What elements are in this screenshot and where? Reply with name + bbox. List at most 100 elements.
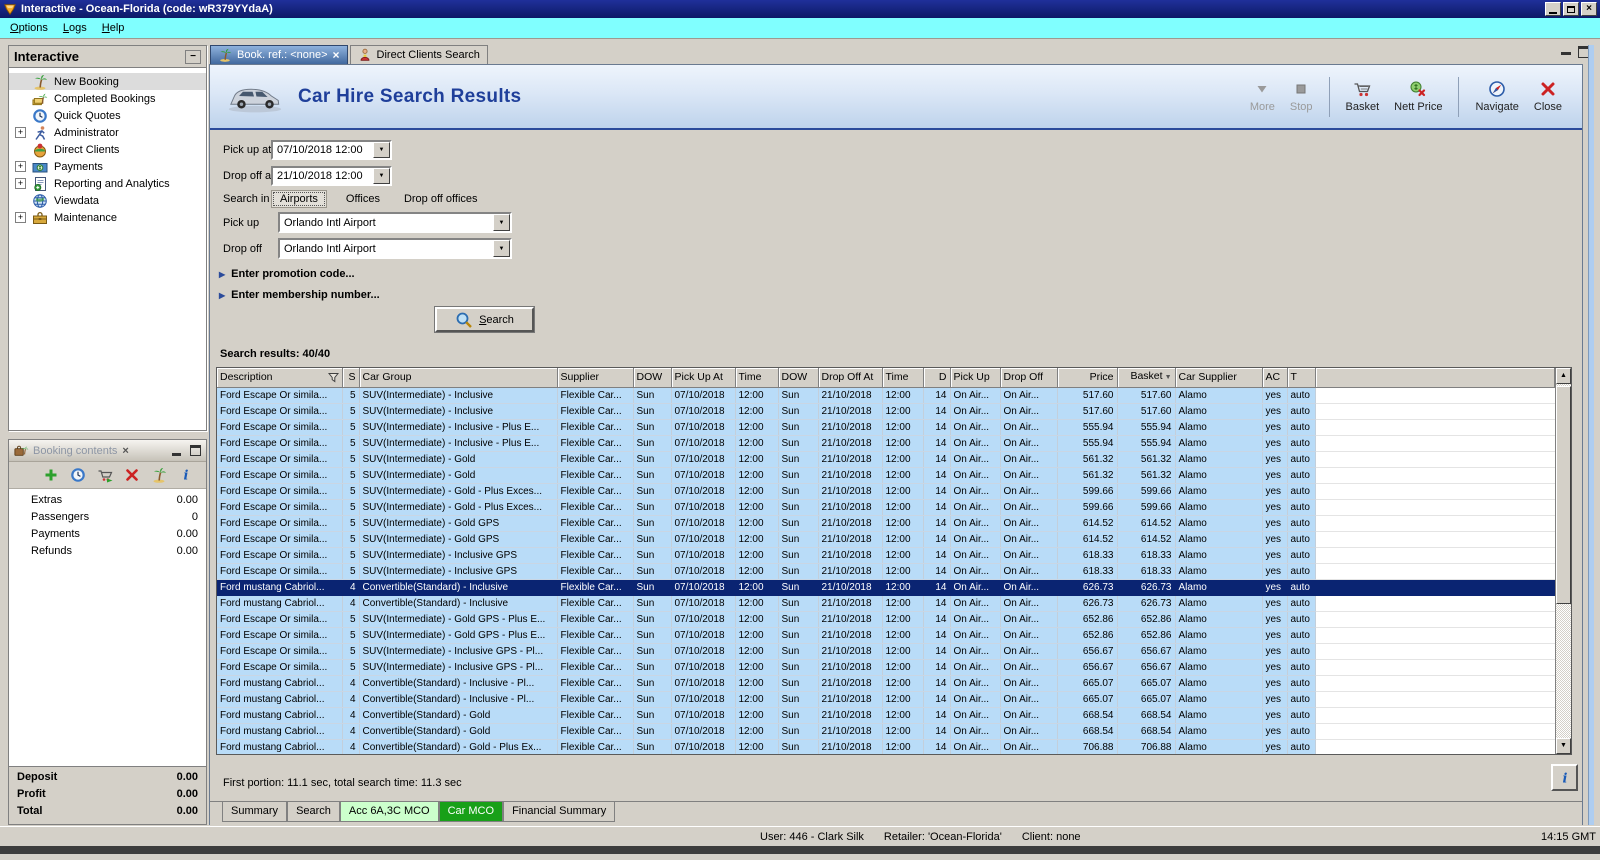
menu-options[interactable]: Options bbox=[4, 20, 57, 36]
result-row[interactable]: Ford Escape Or simila... 5 SUV(Intermediat… bbox=[217, 419, 1555, 436]
menu-help[interactable]: Help bbox=[96, 20, 134, 36]
column-header-s[interactable]: S bbox=[342, 368, 360, 388]
menu-logs[interactable]: Logs bbox=[57, 20, 96, 36]
pickup-dropdown-icon[interactable]: ▼ bbox=[493, 214, 510, 231]
column-header-time[interactable]: Time bbox=[882, 368, 924, 388]
result-row[interactable]: Ford Escape Or simila... 5 SUV(Intermediat… bbox=[217, 499, 1555, 516]
result-row[interactable]: Ford mustang Cabriol... 4 Convertible(Stan… bbox=[217, 723, 1555, 740]
column-header-description[interactable]: Description bbox=[217, 368, 343, 388]
column-header-dow[interactable]: DOW bbox=[778, 368, 819, 388]
result-row[interactable]: Ford mustang Cabriol... 4 Convertible(Stan… bbox=[217, 675, 1555, 692]
column-header-t[interactable]: T bbox=[1287, 368, 1316, 388]
column-header-dow[interactable]: DOW bbox=[633, 368, 672, 388]
bottom-tab-financial-summary[interactable]: Financial Summary bbox=[503, 802, 616, 822]
scrollbar-thumb[interactable] bbox=[1556, 386, 1571, 604]
dropoff-at-dropdown-icon[interactable]: ▼ bbox=[373, 168, 390, 184]
tab-book-ref-none[interactable]: Book. ref.: <none> × bbox=[210, 45, 348, 64]
result-row[interactable]: Ford Escape Or simila... 5 SUV(Intermediat… bbox=[217, 451, 1555, 468]
minimize-button[interactable] bbox=[1545, 2, 1561, 16]
expand-toggle[interactable]: + bbox=[15, 178, 26, 189]
scroll-up-icon[interactable]: ▲ bbox=[1556, 368, 1571, 384]
close-window-button[interactable]: × bbox=[1581, 2, 1597, 16]
pickup-at-dropdown-icon[interactable]: ▼ bbox=[373, 142, 390, 158]
result-row[interactable]: Ford Escape Or simila... 5 SUV(Intermediat… bbox=[217, 563, 1555, 580]
sidebar-item-direct-clients[interactable]: Direct Clients bbox=[9, 141, 206, 158]
booking-panel-close-icon[interactable]: × bbox=[122, 445, 128, 457]
vertical-scrollbar[interactable]: ▲ ▼ bbox=[1555, 368, 1571, 754]
clock-icon[interactable] bbox=[70, 467, 86, 483]
close-button[interactable]: Close bbox=[1530, 80, 1566, 113]
column-header-supplier[interactable]: Supplier bbox=[557, 368, 634, 388]
booking-panel-maximize-icon[interactable] bbox=[190, 445, 201, 456]
tab-direct-clients-search[interactable]: Direct Clients Search bbox=[349, 45, 488, 64]
membership-number-expander[interactable]: ▶ Enter membership number... bbox=[219, 289, 380, 301]
result-row[interactable]: Ford Escape Or simila... 5 SUV(Intermediat… bbox=[217, 547, 1555, 564]
column-header-car-supplier[interactable]: Car Supplier bbox=[1175, 368, 1263, 388]
dropoff-at-field[interactable]: 21/10/2018 12:00 ▼ bbox=[271, 166, 392, 186]
sidebar-item-quick-quotes[interactable]: Quick Quotes bbox=[9, 107, 206, 124]
palm-icon[interactable] bbox=[151, 467, 167, 483]
expand-toggle[interactable]: + bbox=[15, 161, 26, 172]
result-row[interactable]: Ford mustang Cabriol... 4 Convertible(Stan… bbox=[217, 707, 1555, 724]
expand-toggle[interactable]: + bbox=[15, 127, 26, 138]
column-header-pick-up-at[interactable]: Pick Up At bbox=[671, 368, 736, 388]
bottom-tab-acc-6a-3c-mco[interactable]: Acc 6A,3C MCO bbox=[339, 802, 439, 822]
sidebar-item-administrator[interactable]: + Administrator bbox=[9, 124, 206, 141]
basket-add-icon[interactable] bbox=[97, 467, 113, 483]
bottom-tab-search[interactable]: Search bbox=[287, 802, 340, 822]
column-header-price[interactable]: Price bbox=[1057, 368, 1118, 388]
search-in-offices[interactable]: Offices bbox=[341, 191, 385, 207]
scroll-down-icon[interactable]: ▼ bbox=[1556, 738, 1571, 754]
column-header-pick-up[interactable]: Pick Up bbox=[950, 368, 1001, 388]
promotion-code-expander[interactable]: ▶ Enter promotion code... bbox=[219, 268, 355, 280]
dropoff-combo[interactable]: Orlando Intl Airport ▼ bbox=[278, 238, 512, 259]
search-in-drop-off-offices[interactable]: Drop off offices bbox=[399, 191, 483, 207]
column-header-ac[interactable]: AC bbox=[1262, 368, 1288, 388]
result-row[interactable]: Ford Escape Or simila... 5 SUV(Intermediat… bbox=[217, 611, 1555, 628]
delete-x-icon[interactable] bbox=[124, 467, 140, 483]
result-row[interactable]: Ford Escape Or simila... 5 SUV(Intermediat… bbox=[217, 659, 1555, 676]
column-header-car-group[interactable]: Car Group bbox=[359, 368, 558, 388]
sidebar-item-viewdata[interactable]: Viewdata bbox=[9, 192, 206, 209]
tab-close-icon[interactable]: × bbox=[333, 48, 340, 62]
result-row[interactable]: Ford Escape Or simila... 5 SUV(Intermediat… bbox=[217, 467, 1555, 484]
result-row[interactable]: Ford Escape Or simila... 5 SUV(Intermediat… bbox=[217, 627, 1555, 644]
expand-toggle[interactable]: + bbox=[15, 212, 26, 223]
column-header-time[interactable]: Time bbox=[735, 368, 779, 388]
result-row[interactable]: Ford Escape Or simila... 5 SUV(Intermediat… bbox=[217, 403, 1555, 420]
sidebar-item-reporting-and-analytics[interactable]: + Reporting and Analytics bbox=[9, 175, 206, 192]
result-row[interactable]: Ford Escape Or simila... 5 SUV(Intermediat… bbox=[217, 531, 1555, 548]
pickup-combo[interactable]: Orlando Intl Airport ▼ bbox=[278, 212, 512, 233]
column-header-basket[interactable]: Basket ▼ bbox=[1117, 368, 1176, 388]
sidebar-collapse-button[interactable]: − bbox=[185, 49, 201, 64]
navigate-button[interactable]: Navigate bbox=[1471, 80, 1522, 113]
sidebar-item-completed-bookings[interactable]: Completed Bookings bbox=[9, 90, 206, 107]
bottom-tab-car-mco[interactable]: Car MCO bbox=[438, 802, 504, 822]
result-row[interactable]: Ford Escape Or simila... 5 SUV(Intermediat… bbox=[217, 515, 1555, 532]
info-icon[interactable]: i bbox=[178, 467, 194, 484]
result-row[interactable]: Ford Escape Or simila... 5 SUV(Intermediat… bbox=[217, 643, 1555, 660]
dropoff-dropdown-icon[interactable]: ▼ bbox=[493, 240, 510, 257]
column-header-drop-off[interactable]: Drop Off bbox=[1000, 368, 1058, 388]
search-button[interactable]: Search bbox=[435, 307, 534, 332]
column-header-drop-off-at[interactable]: Drop Off At bbox=[818, 368, 883, 388]
bottom-tab-summary[interactable]: Summary bbox=[222, 802, 288, 822]
column-header-d[interactable]: D bbox=[923, 368, 951, 388]
plus-icon[interactable] bbox=[43, 467, 59, 483]
booking-panel-minimize-icon[interactable] bbox=[172, 453, 181, 456]
filter-icon[interactable] bbox=[327, 372, 339, 383]
result-row[interactable]: Ford mustang Cabriol... 4 Convertible(Stan… bbox=[217, 739, 1555, 754]
result-row[interactable]: Ford Escape Or simila... 5 SUV(Intermediat… bbox=[217, 435, 1555, 452]
basket-button[interactable]: Basket bbox=[1342, 80, 1384, 113]
info-button[interactable]: i bbox=[1551, 764, 1578, 791]
sidebar-item-new-booking[interactable]: New Booking bbox=[9, 73, 206, 90]
result-row[interactable]: Ford Escape Or simila... 5 SUV(Intermediat… bbox=[217, 483, 1555, 500]
nett-price-button[interactable]: Nett Price bbox=[1390, 80, 1446, 113]
pickup-at-field[interactable]: 07/10/2018 12:00 ▼ bbox=[271, 140, 392, 160]
result-row[interactable]: Ford Escape Or simila... 5 SUV(Intermediat… bbox=[217, 387, 1555, 404]
search-in-airports[interactable]: Airports bbox=[271, 190, 327, 208]
mdi-minimize-icon[interactable] bbox=[1561, 52, 1571, 55]
result-row[interactable]: Ford mustang Cabriol... 4 Convertible(Stan… bbox=[217, 691, 1555, 708]
sidebar-item-maintenance[interactable]: + Maintenance bbox=[9, 209, 206, 226]
result-row[interactable]: Ford mustang Cabriol... 4 Convertible(Stan… bbox=[217, 595, 1555, 612]
